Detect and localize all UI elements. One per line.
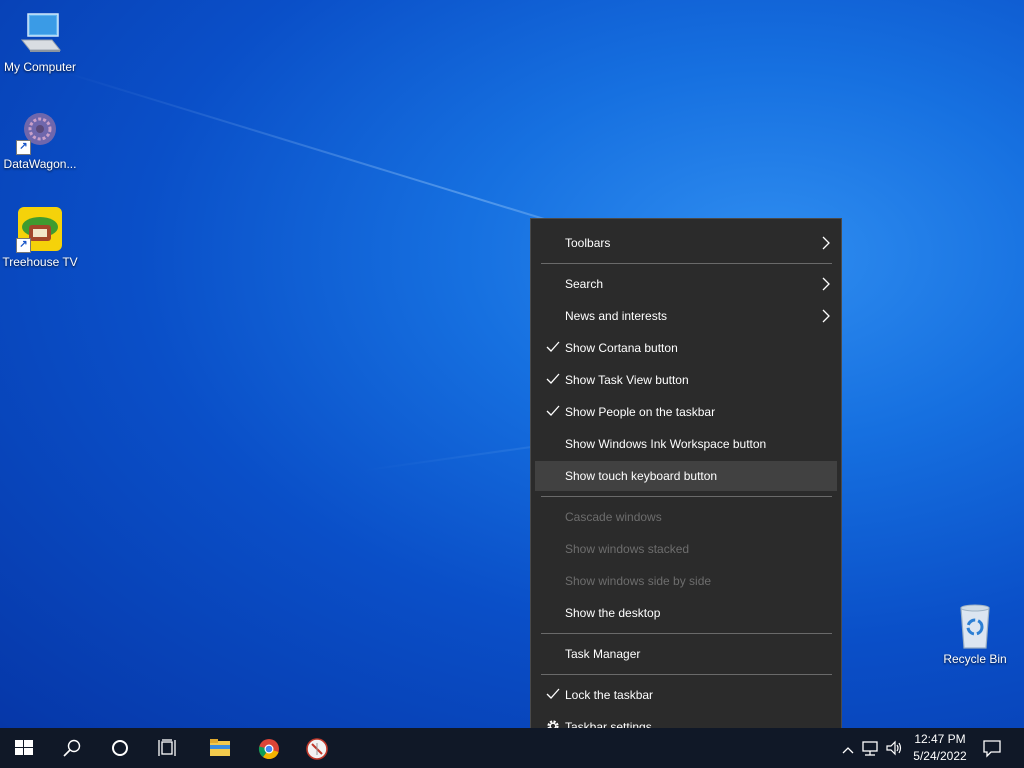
menu-item-label: Cascade windows: [565, 510, 662, 524]
datawagon-icon: ↗: [16, 107, 64, 155]
file-explorer-icon: [210, 739, 230, 756]
menu-item-label: News and interests: [565, 309, 668, 323]
menu-item-show-windows-stacked: Show windows stacked: [535, 534, 837, 564]
chevron-up-icon[interactable]: [838, 740, 858, 760]
shortcut-arrow-icon: ↗: [16, 140, 31, 155]
task-view-button[interactable]: [144, 728, 192, 768]
cortana-icon: [112, 740, 128, 756]
desktop-icon-datawagon[interactable]: ↗ DataWagon...: [0, 107, 80, 171]
checkmark-icon: [546, 373, 560, 384]
chrome-icon: [258, 739, 279, 760]
menu-item-label: Show Task View button: [565, 373, 689, 387]
menu-item-cascade-windows: Cascade windows: [535, 502, 837, 532]
chrome-button[interactable]: [244, 728, 292, 768]
menu-item-show-cortana-button[interactable]: Show Cortana button: [535, 333, 837, 363]
shortcut-arrow-icon: ↗: [16, 238, 31, 253]
menu-item-search[interactable]: Search: [535, 269, 837, 299]
menu-item-toolbars[interactable]: Toolbars: [535, 228, 837, 258]
taskbar-context-menu: Toolbars Search News and interests Show …: [530, 218, 842, 750]
menu-item-label: Show Cortana button: [565, 341, 678, 355]
cortana-button[interactable]: [96, 728, 144, 768]
checkmark-icon: [546, 405, 560, 416]
app-icon: [306, 738, 328, 760]
checkmark-icon: [546, 341, 560, 352]
submenu-arrow-icon: [822, 236, 830, 250]
menu-separator: [541, 674, 832, 675]
menu-item-show-windows-side-by-side: Show windows side by side: [535, 566, 837, 596]
file-explorer-button[interactable]: [195, 728, 243, 768]
menu-item-label: Show windows side by side: [565, 574, 712, 588]
windows-start-icon: [15, 740, 33, 755]
menu-item-show-the-desktop[interactable]: Show the desktop: [535, 598, 837, 628]
menu-item-label: Task Manager: [565, 647, 641, 661]
menu-item-label: Lock the taskbar: [565, 688, 654, 702]
checkmark-icon: [546, 688, 560, 699]
menu-separator: [541, 496, 832, 497]
desktop-icon-my-computer[interactable]: My Computer: [0, 10, 80, 74]
submenu-arrow-icon: [822, 277, 830, 291]
submenu-arrow-icon: [822, 309, 830, 323]
menu-item-label: Search: [565, 277, 604, 291]
menu-separator: [541, 633, 832, 634]
start-button[interactable]: [0, 728, 48, 768]
notification-icon[interactable]: [982, 738, 1002, 758]
desktop-icon-label: DataWagon...: [3, 157, 77, 171]
menu-separator: [541, 263, 832, 264]
menu-item-task-manager[interactable]: Task Manager: [535, 639, 837, 669]
volume-icon[interactable]: [884, 738, 904, 758]
menu-item-label: Show the desktop: [565, 606, 661, 620]
computer-icon: [16, 10, 64, 58]
menu-item-label: Toolbars: [565, 236, 611, 250]
clock[interactable]: 12:47 PM 5/24/2022: [912, 731, 968, 765]
desktop-icon-label: Recycle Bin: [943, 652, 1007, 666]
menu-item-label: Show Windows Ink Workspace button: [565, 437, 767, 451]
clock-time: 12:47 PM: [914, 732, 966, 746]
search-icon: [63, 739, 81, 757]
menu-item-lock-the-taskbar[interactable]: Lock the taskbar: [535, 680, 837, 710]
menu-item-news-and-interests[interactable]: News and interests: [535, 301, 837, 331]
menu-item-label: Show touch keyboard button: [565, 469, 718, 483]
menu-item-show-task-view-button[interactable]: Show Task View button: [535, 365, 837, 395]
taskbar[interactable]: 12:47 PM 5/24/2022: [0, 728, 1024, 768]
menu-item-label: Show windows stacked: [565, 542, 690, 556]
menu-item-show-touch-keyboard[interactable]: Show touch keyboard button: [535, 461, 837, 491]
menu-item-show-windows-ink[interactable]: Show Windows Ink Workspace button: [535, 429, 837, 459]
desktop[interactable]: My Computer ↗ DataWagon... ↗ Treehouse T…: [0, 0, 1024, 728]
recycle-bin-icon: [951, 602, 999, 650]
desktop-icon-treehouse-tv[interactable]: ↗ Treehouse TV: [0, 205, 80, 269]
menu-item-label: Show People on the taskbar: [565, 405, 716, 419]
task-view-icon: [158, 739, 176, 756]
menu-item-show-people[interactable]: Show People on the taskbar: [535, 397, 837, 427]
clock-date: 5/24/2022: [913, 749, 967, 763]
network-icon[interactable]: [860, 738, 880, 758]
desktop-icon-label: My Computer: [3, 60, 77, 74]
treehouse-tv-icon: ↗: [16, 205, 64, 253]
desktop-icon-recycle-bin[interactable]: Recycle Bin: [935, 602, 1015, 666]
desktop-icon-label: Treehouse TV: [2, 255, 78, 269]
app-button[interactable]: [292, 728, 340, 768]
search-button[interactable]: [48, 728, 96, 768]
